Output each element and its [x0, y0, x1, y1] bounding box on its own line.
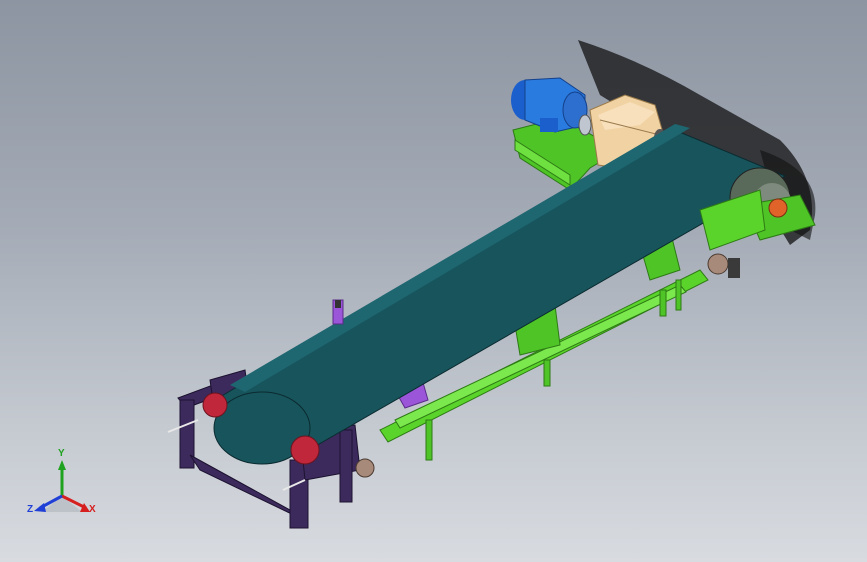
view-triad[interactable]: Y X Z: [22, 446, 112, 526]
triad-y-label: Y: [58, 448, 65, 459]
triad-z-label: Z: [27, 504, 34, 515]
tail-gear: [355, 458, 375, 478]
graphics-viewport[interactable]: Y X Z: [0, 0, 867, 562]
triad-x-label: X: [89, 504, 96, 515]
electric-motor: [511, 77, 592, 136]
guide-posts: [332, 299, 344, 325]
conveyor-model[interactable]: [0, 0, 867, 562]
triad-axes: [34, 460, 90, 512]
return-pulley: [707, 253, 740, 278]
